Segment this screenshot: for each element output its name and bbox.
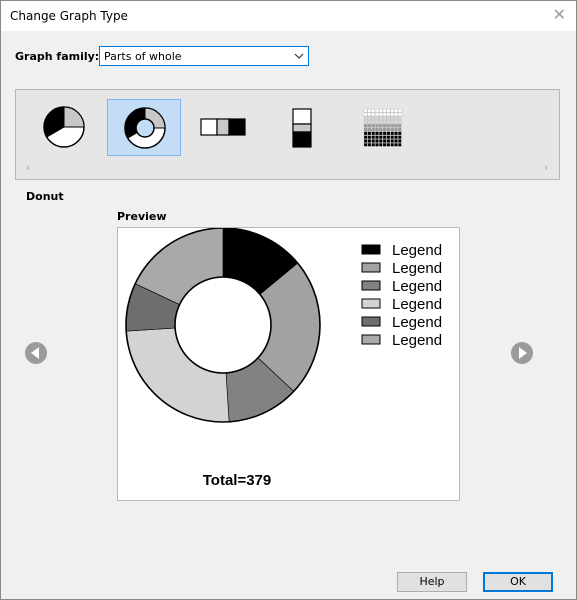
- chevron-left-icon[interactable]: ‹: [26, 161, 30, 174]
- legend-label: Legend: [392, 332, 442, 349]
- gallery-item-pie[interactable]: [33, 99, 107, 156]
- graph-family-value: Parts of whole: [104, 50, 182, 63]
- total-label: Total=379: [203, 472, 272, 489]
- legend-swatch: [361, 280, 381, 291]
- donut-chart-icon: [124, 107, 166, 149]
- gallery-item-stacked-column[interactable]: [265, 99, 339, 156]
- change-graph-type-dialog: Change Graph Type ✕ Graph family: Parts …: [0, 0, 577, 600]
- arrow-right-circle-icon: [519, 347, 527, 359]
- title-bar: Change Graph Type ✕: [1, 1, 576, 31]
- chevron-right-icon[interactable]: ›: [544, 161, 548, 174]
- legend-swatch: [361, 262, 381, 273]
- close-icon[interactable]: ✕: [553, 5, 566, 24]
- legend-label: Legend: [392, 260, 442, 277]
- gallery-item-stacked-bar[interactable]: [191, 99, 265, 156]
- gallery-item-donut[interactable]: [107, 99, 181, 156]
- stacked-bar-icon: [200, 118, 246, 136]
- legend-swatch: [361, 316, 381, 327]
- preview-panel: Legend Legend Legend Legend Legend Legend Tota…: [117, 227, 460, 501]
- chevron-down-icon: [294, 53, 304, 59]
- help-button[interactable]: Help: [397, 572, 467, 592]
- legend-label: Legend: [392, 278, 442, 295]
- donut-chart-preview: LegendLegendLegendLegendLegendLegendTota…: [125, 227, 442, 489]
- graph-family-label: Graph family:: [15, 50, 100, 63]
- legend-label: Legend: [392, 314, 442, 331]
- dialog-title: Change Graph Type: [10, 9, 128, 23]
- legend-label: Legend: [392, 296, 442, 313]
- legend-label: Legend: [392, 242, 442, 259]
- legend-swatch: [361, 298, 381, 309]
- selected-type-name: Donut: [26, 190, 64, 203]
- donut-hole: [174, 276, 272, 374]
- previous-type-button[interactable]: [25, 342, 47, 364]
- waffle-chart-icon: [363, 108, 402, 147]
- legend-swatch: [361, 334, 381, 345]
- arrow-left-circle-icon: [31, 347, 39, 359]
- graph-family-select[interactable]: Parts of whole: [99, 46, 309, 66]
- ok-button[interactable]: OK: [483, 572, 553, 592]
- next-type-button[interactable]: [511, 342, 533, 364]
- gallery-item-waffle[interactable]: [348, 99, 422, 156]
- graph-type-gallery: ‹ ›: [15, 89, 560, 180]
- pie-chart-icon: [43, 106, 85, 148]
- stacked-column-icon: [292, 108, 312, 148]
- preview-label: Preview: [117, 210, 167, 223]
- legend-swatch: [361, 244, 381, 255]
